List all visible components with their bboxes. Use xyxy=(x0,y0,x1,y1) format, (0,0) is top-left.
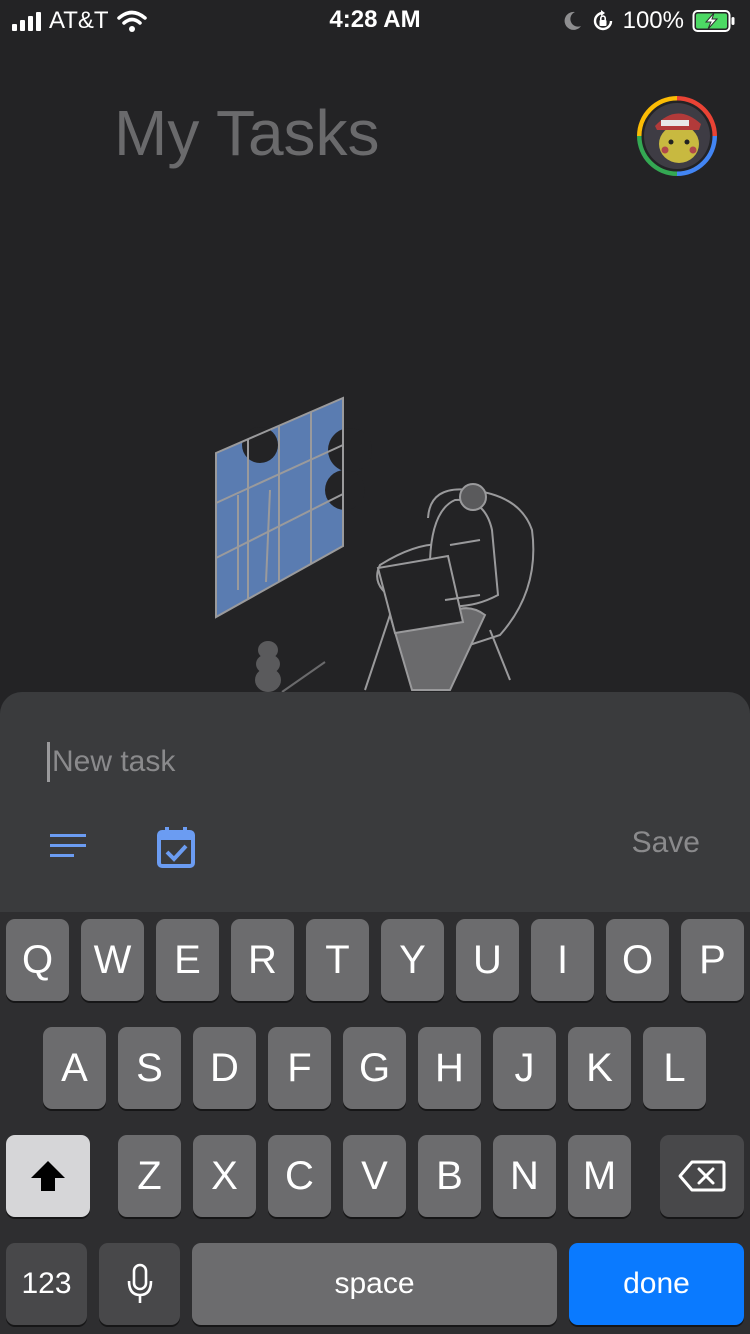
key-n[interactable]: N xyxy=(493,1135,556,1217)
text-cursor xyxy=(47,742,50,782)
dictation-key[interactable] xyxy=(99,1243,180,1325)
space-key[interactable]: space xyxy=(192,1243,557,1325)
key-e[interactable]: E xyxy=(156,919,219,1001)
backspace-icon xyxy=(678,1160,726,1192)
key-b[interactable]: B xyxy=(418,1135,481,1217)
key-a[interactable]: A xyxy=(43,1027,106,1109)
microphone-icon xyxy=(127,1263,152,1303)
key-w[interactable]: W xyxy=(81,919,144,1001)
calendar-check-icon[interactable] xyxy=(156,826,196,868)
window-illustration xyxy=(215,396,372,619)
details-icon[interactable] xyxy=(48,830,88,862)
save-button[interactable]: Save xyxy=(632,826,700,860)
key-x[interactable]: X xyxy=(193,1135,256,1217)
key-m[interactable]: M xyxy=(568,1135,631,1217)
backspace-key[interactable] xyxy=(660,1135,744,1217)
key-v[interactable]: V xyxy=(343,1135,406,1217)
shift-key[interactable] xyxy=(6,1135,90,1217)
battery-charging-icon xyxy=(692,10,735,32)
new-task-sheet xyxy=(0,692,750,912)
shift-icon xyxy=(31,1161,65,1191)
key-o[interactable]: O xyxy=(606,919,669,1001)
key-s[interactable]: S xyxy=(118,1027,181,1109)
key-j[interactable]: J xyxy=(493,1027,556,1109)
key-c[interactable]: C xyxy=(268,1135,331,1217)
key-y[interactable]: Y xyxy=(381,919,444,1001)
avatar[interactable] xyxy=(637,96,717,176)
key-i[interactable]: I xyxy=(531,919,594,1001)
key-q[interactable]: Q xyxy=(6,919,69,1001)
key-u[interactable]: U xyxy=(456,919,519,1001)
battery-percent: 100% xyxy=(622,7,684,34)
key-k[interactable]: K xyxy=(568,1027,631,1109)
done-key[interactable]: done xyxy=(569,1243,744,1325)
empty-state-illustration xyxy=(215,396,535,693)
key-f[interactable]: F xyxy=(268,1027,331,1109)
rotation-lock-icon xyxy=(593,10,612,31)
key-r[interactable]: R xyxy=(231,919,294,1001)
page-title: My Tasks xyxy=(114,97,380,169)
key-t[interactable]: T xyxy=(306,919,369,1001)
key-d[interactable]: D xyxy=(193,1027,256,1109)
plant-illustration xyxy=(255,641,326,693)
person-in-chair-illustration xyxy=(364,483,535,691)
key-g[interactable]: G xyxy=(343,1027,406,1109)
moon-icon xyxy=(564,11,581,30)
key-z[interactable]: Z xyxy=(118,1135,181,1217)
status-bar: AT&T 4:28 AM 100% xyxy=(0,0,750,42)
key-p[interactable]: P xyxy=(681,919,744,1001)
new-task-input[interactable] xyxy=(52,740,612,784)
numbers-key[interactable]: 123 xyxy=(6,1243,87,1325)
key-h[interactable]: H xyxy=(418,1027,481,1109)
key-l[interactable]: L xyxy=(643,1027,706,1109)
